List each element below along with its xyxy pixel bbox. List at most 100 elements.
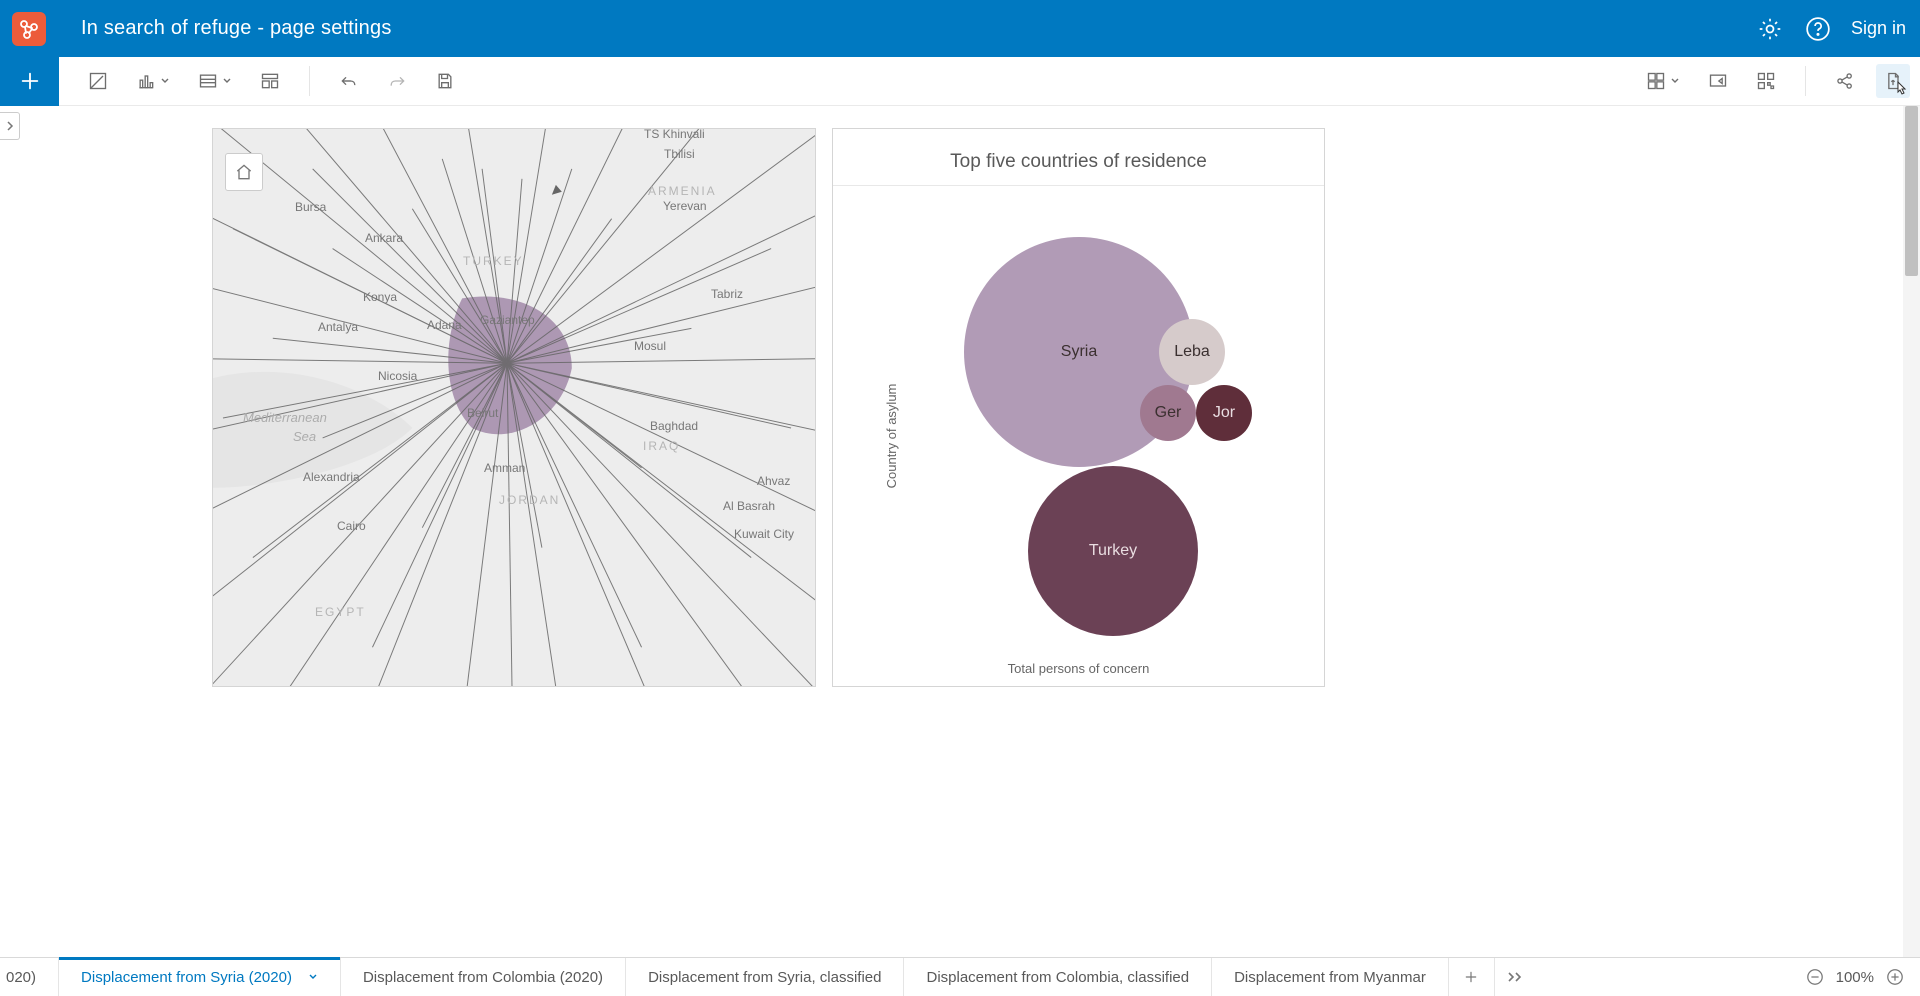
tab-item[interactable]: Displacement from Syria, classified xyxy=(626,958,904,996)
tab-item[interactable]: Displacement from Colombia (2020) xyxy=(341,958,626,996)
insights-icon xyxy=(18,18,40,40)
chevron-down-icon xyxy=(222,76,232,86)
more-pages-button[interactable] xyxy=(1495,958,1537,996)
tab-label: Displacement from Myanmar xyxy=(1234,969,1426,986)
plus-icon xyxy=(1463,969,1479,985)
city-label: Gaziantep xyxy=(480,313,535,327)
widget-button[interactable] xyxy=(253,64,287,98)
city-label: Al Basrah xyxy=(723,499,775,513)
city-label: TS Khinvali xyxy=(644,128,705,141)
zoom-controls: 100% xyxy=(1790,958,1920,996)
city-label: Nicosia xyxy=(378,369,417,383)
zoom-in-button[interactable] xyxy=(1884,966,1906,988)
city-label: Baghdad xyxy=(650,419,698,433)
add-button[interactable] xyxy=(0,57,59,106)
city-label: Adana xyxy=(427,318,462,332)
city-label: Kuwait City xyxy=(734,527,794,541)
chart-card-button[interactable] xyxy=(129,64,177,98)
save-icon xyxy=(435,71,455,91)
map-home-button[interactable] xyxy=(225,153,263,191)
country-label: JORDAN xyxy=(499,493,560,507)
share-button[interactable] xyxy=(1828,64,1862,98)
country-label: IRAQ xyxy=(643,439,680,453)
cursor-pointer-icon xyxy=(1893,81,1907,97)
zoom-out-button[interactable] xyxy=(1804,966,1826,988)
vertical-scrollbar[interactable] xyxy=(1903,106,1920,957)
zoom-in-icon xyxy=(1886,968,1904,986)
page-title: In search of refuge - page settings xyxy=(81,17,392,40)
table-card-button[interactable] xyxy=(191,64,239,98)
bubble[interactable]: Ger xyxy=(1140,385,1196,441)
settings-button[interactable] xyxy=(1755,14,1785,44)
redo-icon xyxy=(387,71,407,91)
qr-icon xyxy=(1756,71,1776,91)
bubble-chart-card[interactable]: Top five countries of residence Country … xyxy=(832,128,1325,687)
city-label: Tbilisi xyxy=(664,147,695,161)
app-logo xyxy=(0,0,57,57)
presentation-button[interactable] xyxy=(1701,64,1735,98)
city-label: Antalya xyxy=(318,320,358,334)
table-icon xyxy=(198,71,218,91)
tab-active[interactable]: Displacement from Syria (2020) xyxy=(59,958,341,996)
help-icon xyxy=(1805,16,1831,42)
chevron-down-icon xyxy=(308,972,318,982)
expand-data-pane[interactable] xyxy=(0,112,20,140)
undo-icon xyxy=(339,71,359,91)
tab-item[interactable]: Displacement from Myanmar xyxy=(1212,958,1449,996)
keyboard-shortcuts-button[interactable] xyxy=(1749,64,1783,98)
country-label: EGYPT xyxy=(315,605,366,619)
gear-icon xyxy=(1757,16,1783,42)
city-label: Ankara xyxy=(365,231,403,245)
city-label: Ahvaz xyxy=(757,474,790,488)
city-label: Bursa xyxy=(295,200,326,214)
country-label: ARMENIA xyxy=(648,184,717,198)
screen-icon xyxy=(1708,71,1728,91)
undo-button[interactable] xyxy=(332,64,366,98)
bubble-chart-body: Country of asylum Total persons of conce… xyxy=(833,186,1324,686)
chevron-down-icon xyxy=(1670,76,1680,86)
zoom-value: 100% xyxy=(1836,969,1874,986)
city-label: Tabriz xyxy=(711,287,743,301)
bubble[interactable]: Turkey xyxy=(1028,466,1198,636)
map-card-button[interactable] xyxy=(81,64,115,98)
bubble[interactable]: Jor xyxy=(1196,385,1252,441)
app-header: In search of refuge - page settings Sign… xyxy=(0,0,1920,57)
city-label: Alexandria xyxy=(303,470,360,484)
map-card[interactable]: TS KhinvaliTbilisiYerevanTabrizMosulBagh… xyxy=(212,128,816,687)
save-button[interactable] xyxy=(428,64,462,98)
city-label: Konya xyxy=(363,290,397,304)
redo-button[interactable] xyxy=(380,64,414,98)
bubble[interactable]: Leba xyxy=(1159,319,1225,385)
city-label: Cairo xyxy=(337,519,366,533)
y-axis-label: Country of asylum xyxy=(884,384,899,489)
share-icon xyxy=(1835,71,1855,91)
sea-label: Sea xyxy=(293,429,316,444)
tab-item[interactable]: Displacement from Colombia, classified xyxy=(904,958,1212,996)
page-tabstrip: 020) Displacement from Syria (2020) Disp… xyxy=(0,957,1920,996)
sign-in-link[interactable]: Sign in xyxy=(1851,18,1906,39)
x-axis-label: Total persons of concern xyxy=(833,661,1324,676)
basemap-button[interactable] xyxy=(1639,64,1687,98)
logo-badge xyxy=(12,12,46,46)
tab-label: Displacement from Syria (2020) xyxy=(81,969,292,986)
canvas-area: TS KhinvaliTbilisiYerevanTabrizMosulBagh… xyxy=(0,106,1920,957)
plus-icon xyxy=(19,70,41,92)
city-label: Amman xyxy=(484,461,525,475)
tab-label: 020) xyxy=(6,969,36,986)
city-label: Beirut xyxy=(467,406,498,420)
bar-chart-icon xyxy=(136,71,156,91)
help-button[interactable] xyxy=(1803,14,1833,44)
grid-icon xyxy=(1646,71,1666,91)
tab-label: Displacement from Syria, classified xyxy=(648,969,881,986)
layout-icon xyxy=(260,71,280,91)
zoom-out-icon xyxy=(1806,968,1824,986)
city-label: Mosul xyxy=(634,339,666,353)
bubble-chart-title: Top five countries of residence xyxy=(833,129,1324,186)
tab-partial-prev[interactable]: 020) xyxy=(0,958,59,996)
chevron-down-icon xyxy=(160,76,170,86)
publish-button[interactable] xyxy=(1876,64,1910,98)
chevron-right-icon xyxy=(5,121,15,131)
add-page-button[interactable] xyxy=(1449,958,1495,996)
toolbar xyxy=(0,57,1920,106)
tab-label: Displacement from Colombia, classified xyxy=(926,969,1189,986)
